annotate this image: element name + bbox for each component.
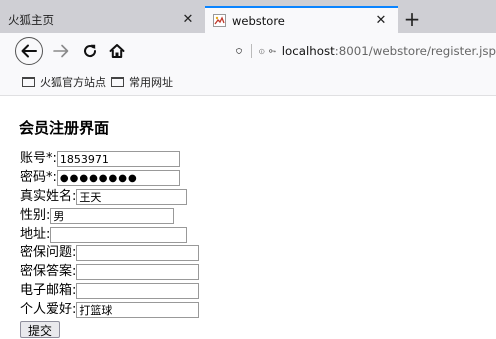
tab-title: 火狐主页 [8, 12, 179, 28]
form-row-hobby: 个人爱好: 打篮球 [20, 300, 199, 319]
tab-strip: 火狐主页 ✕ webstore ✕ + [0, 0, 496, 33]
gender-input[interactable]: 男 [50, 208, 174, 224]
home-icon [109, 43, 125, 59]
navigation-toolbar: localhost:8001/webstore/register.jsp [0, 33, 496, 69]
reload-icon [82, 43, 98, 59]
close-tab-icon[interactable]: ✕ [372, 13, 390, 28]
address-input[interactable] [50, 227, 187, 243]
tab-title: webstore [232, 14, 372, 28]
close-tab-icon[interactable]: ✕ [179, 12, 197, 27]
address-bar[interactable]: localhost:8001/webstore/register.jsp [222, 38, 496, 64]
realname-input[interactable]: 王天 [76, 189, 187, 205]
email-input[interactable] [76, 283, 199, 299]
url-text: localhost:8001/webstore/register.jsp [282, 44, 496, 58]
gender-label: 性别: [20, 208, 50, 224]
account-label: 账号*: [20, 151, 57, 167]
forward-arrow-icon [53, 44, 69, 58]
tab-firefox-home[interactable]: 火狐主页 ✕ [0, 6, 205, 33]
bookmark-label: 常用网址 [129, 74, 173, 90]
home-button[interactable] [104, 38, 130, 64]
form-row-password: 密码*: ●●●●●●●● [20, 169, 199, 188]
form-row-email: 电子邮箱: [20, 282, 199, 301]
security-answer-input[interactable] [76, 264, 199, 280]
account-input[interactable]: 1853971 [57, 151, 180, 167]
page-title: 会员注册界面 [19, 117, 109, 138]
realname-label: 真实姓名: [20, 189, 76, 205]
bookmark-firefox-official[interactable]: 火狐官方站点 [22, 74, 106, 90]
url-host: localhost [282, 44, 335, 58]
tab-webstore[interactable]: webstore ✕ [205, 6, 398, 33]
bookmarks-toolbar: 火狐官方站点 常用网址 [0, 69, 496, 96]
hobby-input[interactable]: 打篮球 [76, 302, 199, 318]
new-tab-button[interactable]: + [402, 10, 422, 30]
info-icon[interactable] [259, 45, 265, 58]
back-arrow-icon [21, 44, 37, 58]
address-label: 地址: [20, 227, 50, 243]
bookmark-common-sites[interactable]: 常用网址 [111, 74, 173, 90]
form-row-address: 地址: [20, 225, 199, 244]
forward-button[interactable] [48, 38, 74, 64]
folder-icon [22, 77, 35, 87]
form-row-account: 账号*: 1853971 [20, 150, 199, 169]
hobby-label: 个人爱好: [20, 302, 76, 318]
submit-button[interactable]: 提交 [20, 321, 60, 338]
form-row-security-question: 密保问题: [20, 244, 199, 263]
webstore-favicon-icon [213, 14, 226, 27]
back-button[interactable] [15, 37, 43, 65]
bookmark-label: 火狐官方站点 [40, 74, 106, 90]
password-input[interactable]: ●●●●●●●● [57, 170, 180, 186]
form-row-realname: 真实姓名: 王天 [20, 188, 199, 207]
security-answer-label: 密保答案: [20, 264, 76, 280]
key-icon[interactable] [269, 46, 276, 56]
url-path: :8001/webstore/register.jsp [335, 44, 496, 58]
folder-icon [111, 77, 124, 87]
form-row-security-answer: 密保答案: [20, 263, 199, 282]
email-label: 电子邮箱: [20, 283, 76, 299]
security-question-label: 密保问题: [20, 245, 76, 261]
password-label: 密码*: [20, 170, 57, 186]
security-question-input[interactable] [76, 245, 199, 261]
tracking-shield-icon[interactable] [236, 44, 242, 58]
reload-button[interactable] [77, 38, 103, 64]
registration-form: 账号*: 1853971 密码*: ●●●●●●●● 真实姓名: 王天 性别: … [20, 150, 199, 339]
form-row-gender: 性别: 男 [20, 206, 199, 225]
